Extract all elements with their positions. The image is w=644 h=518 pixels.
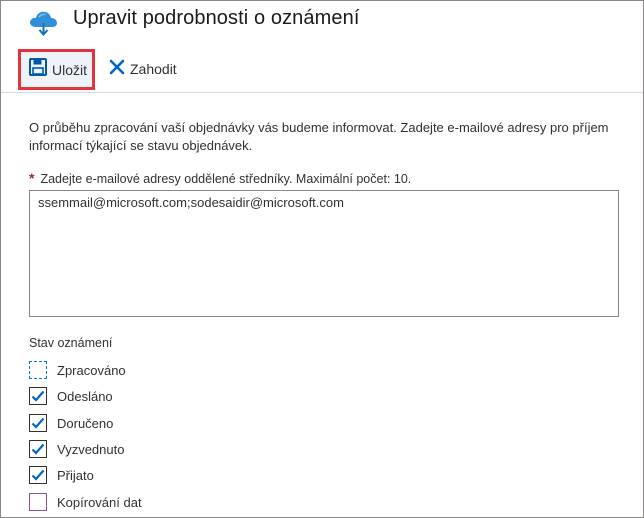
status-label: Kopírování dat: [57, 494, 142, 510]
checkbox[interactable]: [29, 414, 47, 432]
status-checkbox-delivered[interactable]: Doručeno: [29, 413, 113, 433]
notification-details-panel: Upravit podrobnosti o oznámení Uložit Za…: [0, 0, 644, 518]
required-marker: *: [29, 170, 35, 186]
save-icon: [29, 58, 47, 81]
status-checkbox-processed[interactable]: Zpracováno: [29, 360, 126, 380]
discard-button-label: Zahodit: [130, 61, 177, 77]
panel-header: Upravit podrobnosti o oznámení: [1, 1, 643, 39]
page-title: Upravit podrobnosti o oznámení: [73, 7, 360, 29]
email-field-label: * Zadejte e-mailové adresy oddělené střed…: [29, 170, 411, 186]
status-checkbox-shipped[interactable]: Odesláno: [29, 386, 113, 406]
checkbox[interactable]: [29, 361, 47, 379]
close-icon: [109, 59, 125, 80]
checkmark-icon: [31, 469, 45, 481]
status-heading: Stav oznámení: [29, 336, 113, 350]
checkbox[interactable]: [29, 466, 47, 484]
save-button[interactable]: Uložit: [18, 49, 95, 90]
status-label: Doručeno: [57, 415, 114, 431]
checkmark-icon: [31, 443, 45, 455]
status-label: Zpracováno: [57, 362, 126, 378]
checkbox[interactable]: [29, 440, 47, 458]
checkmark-icon: [31, 417, 45, 429]
email-label-text: Zadejte e-mailové adresy oddělené středn…: [40, 172, 412, 186]
email-field[interactable]: [29, 190, 619, 317]
status-checkbox-received[interactable]: Přijato: [29, 465, 94, 485]
save-button-label: Uložit: [52, 61, 88, 78]
status-checkbox-picked-up[interactable]: Vyzvednuto: [29, 439, 124, 459]
status-label: Vyzvednuto: [57, 441, 125, 457]
checkbox[interactable]: [29, 493, 47, 511]
discard-button[interactable]: Zahodit: [109, 57, 177, 81]
notification-description: O průběhu zpracování vaší objednávky vás…: [29, 120, 609, 153]
command-bar: Uložit Zahodit: [1, 47, 643, 93]
status-label: Odesláno: [57, 388, 113, 404]
status-label: Přijato: [57, 467, 94, 483]
status-checkbox-data-copy[interactable]: Kopírování dat: [29, 492, 142, 512]
checkbox[interactable]: [29, 387, 47, 405]
cloud-upload-icon: [27, 7, 61, 37]
checkmark-icon: [31, 390, 45, 402]
